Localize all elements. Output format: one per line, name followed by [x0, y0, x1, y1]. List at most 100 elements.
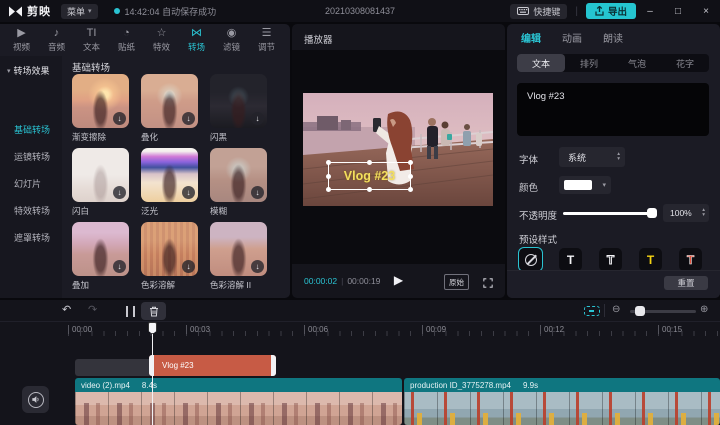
- split-icon[interactable]: [126, 306, 135, 317]
- text-content-input[interactable]: Vlog #23: [517, 83, 709, 136]
- tab-text[interactable]: TI文本: [74, 27, 109, 56]
- zoom-in-icon[interactable]: ⊕: [700, 304, 708, 315]
- selection-handle[interactable]: [408, 187, 413, 192]
- tab-edit[interactable]: 编辑: [521, 30, 541, 45]
- download-icon[interactable]: ↓: [113, 260, 126, 273]
- capcut-app: 剪映 菜单 ▾ 14:42:04 自动保存成功 20210308081437 快…: [0, 0, 720, 425]
- category-slideshow[interactable]: 幻灯片: [14, 177, 41, 190]
- selection-handle[interactable]: [326, 174, 331, 179]
- stepper-icon[interactable]: ▴▾: [702, 208, 705, 218]
- timeline-ruler[interactable]: 00:00 00:03 00:06 00:09 00:12 00:15: [0, 322, 720, 340]
- clip-filmstrip: [404, 392, 720, 425]
- maximize-button[interactable]: □: [664, 6, 692, 17]
- transition-item[interactable]: ↓色彩溶解 II: [210, 222, 267, 291]
- preset-red[interactable]: T: [679, 248, 702, 271]
- tab-effects[interactable]: ☆特效: [144, 27, 179, 56]
- download-icon[interactable]: ↓: [182, 186, 195, 199]
- tab-read-aloud[interactable]: 朗读: [603, 30, 623, 45]
- video-icon: ▶: [17, 27, 25, 40]
- tab-audio[interactable]: ♪音频: [39, 27, 74, 56]
- transition-item[interactable]: ↓色彩溶解: [141, 222, 198, 291]
- download-icon[interactable]: ↓: [182, 260, 195, 273]
- selection-handle[interactable]: [326, 187, 331, 192]
- transition-item[interactable]: ↓叠加: [72, 222, 129, 291]
- text-clip[interactable]: Vlog #23: [149, 355, 276, 376]
- overlay-text: Vlog #23: [344, 169, 395, 183]
- transition-item[interactable]: ↓闪黑: [210, 74, 267, 143]
- stepper-icon[interactable]: ▴▾: [617, 152, 620, 162]
- play-button[interactable]: ▶: [394, 273, 403, 287]
- transition-thumbnail: ↓: [141, 74, 198, 128]
- transition-item[interactable]: ↓叠化: [141, 74, 198, 143]
- zoom-out-icon[interactable]: ⊖: [612, 304, 620, 315]
- selection-handle[interactable]: [326, 160, 331, 165]
- tab-adjust[interactable]: ☰调节: [249, 27, 284, 56]
- subtab-fancy-text[interactable]: 花字: [661, 54, 709, 72]
- transition-item[interactable]: ↓模糊: [210, 148, 267, 217]
- download-icon[interactable]: ↓: [182, 112, 195, 125]
- timeline-zoom-slider[interactable]: [630, 310, 696, 313]
- subtab-text[interactable]: 文本: [517, 54, 565, 72]
- selection-handle[interactable]: [367, 160, 372, 165]
- preset-outline[interactable]: T: [599, 248, 622, 271]
- color-dropdown[interactable]: ▾: [559, 176, 611, 194]
- font-dropdown[interactable]: 系统 ▴▾: [559, 147, 625, 167]
- download-icon[interactable]: ↓: [113, 112, 126, 125]
- menu-button[interactable]: 菜单 ▾: [61, 4, 98, 19]
- download-icon[interactable]: ↓: [113, 186, 126, 199]
- fullscreen-icon[interactable]: [483, 275, 493, 293]
- text-track-segment[interactable]: [75, 359, 150, 376]
- playhead-line[interactable]: [152, 324, 153, 425]
- current-time: 00:00:02: [304, 276, 337, 286]
- shortcuts-button[interactable]: 快捷键: [510, 4, 567, 19]
- opacity-slider[interactable]: [563, 212, 655, 215]
- close-button[interactable]: ×: [692, 6, 720, 17]
- tab-filters[interactable]: ◉滤镜: [214, 27, 249, 56]
- zoom-slider-handle[interactable]: [635, 306, 645, 316]
- color-swatch: [564, 180, 592, 190]
- video-clip-2[interactable]: production ID_3775278.mp4 9.9s: [404, 378, 720, 425]
- download-icon[interactable]: ↓: [251, 260, 264, 273]
- transition-item[interactable]: ↓泛光: [141, 148, 198, 217]
- tab-sticker[interactable]: ◔贴纸: [109, 27, 144, 56]
- category-effect[interactable]: 特效转场: [14, 204, 50, 217]
- transition-item[interactable]: ↓渐变擦除: [72, 74, 129, 143]
- caret-down-icon: ▾: [7, 67, 11, 75]
- download-icon[interactable]: ↓: [251, 186, 264, 199]
- tab-animation[interactable]: 动画: [562, 30, 582, 45]
- mute-original-sound-button[interactable]: [22, 386, 49, 413]
- video-clip-1[interactable]: video (2).mp4 8.4s: [75, 378, 402, 425]
- subtab-bubble[interactable]: 气泡: [613, 54, 661, 72]
- category-mask[interactable]: 遮罩转场: [14, 231, 50, 244]
- slider-handle[interactable]: [647, 208, 657, 218]
- export-button[interactable]: 导出: [586, 3, 636, 19]
- opacity-value[interactable]: 100% ▴▾: [663, 204, 709, 222]
- tab-video[interactable]: ▶视频: [4, 27, 39, 56]
- selection-handle[interactable]: [367, 187, 372, 192]
- category-group[interactable]: ▾转场效果: [7, 64, 50, 77]
- player-controls: 00:00:02|00:00:19 ▶ 原始: [292, 264, 505, 298]
- undo-icon[interactable]: ↶: [62, 303, 71, 316]
- preset-white[interactable]: T: [559, 248, 582, 271]
- tab-transitions[interactable]: ⋈转场: [179, 27, 214, 56]
- download-icon[interactable]: ↓: [251, 112, 264, 125]
- transition-item[interactable]: ↓闪白: [72, 148, 129, 217]
- video-preview[interactable]: Vlog #23: [303, 93, 493, 206]
- clip-duration: 9.9s: [523, 381, 538, 390]
- subtab-arrange[interactable]: 排列: [565, 54, 613, 72]
- reset-button[interactable]: 重置: [664, 276, 708, 290]
- preset-none[interactable]: [519, 248, 542, 271]
- category-basic[interactable]: 基础转场: [14, 123, 50, 136]
- category-camera[interactable]: 运镜转场: [14, 150, 50, 163]
- redo-icon[interactable]: ↷: [88, 303, 97, 316]
- minimize-button[interactable]: –: [636, 6, 664, 17]
- selection-handle[interactable]: [408, 174, 413, 179]
- delete-button[interactable]: [141, 302, 166, 320]
- preset-yellow[interactable]: T: [639, 248, 662, 271]
- original-quality-button[interactable]: 原始: [444, 274, 469, 290]
- text-selection-box[interactable]: Vlog #23: [328, 162, 411, 190]
- selection-handle[interactable]: [408, 160, 413, 165]
- section-title: 基础转场: [72, 60, 110, 74]
- snap-toggle-icon[interactable]: [584, 306, 600, 316]
- clip-header: production ID_3775278.mp4 9.9s: [404, 378, 720, 392]
